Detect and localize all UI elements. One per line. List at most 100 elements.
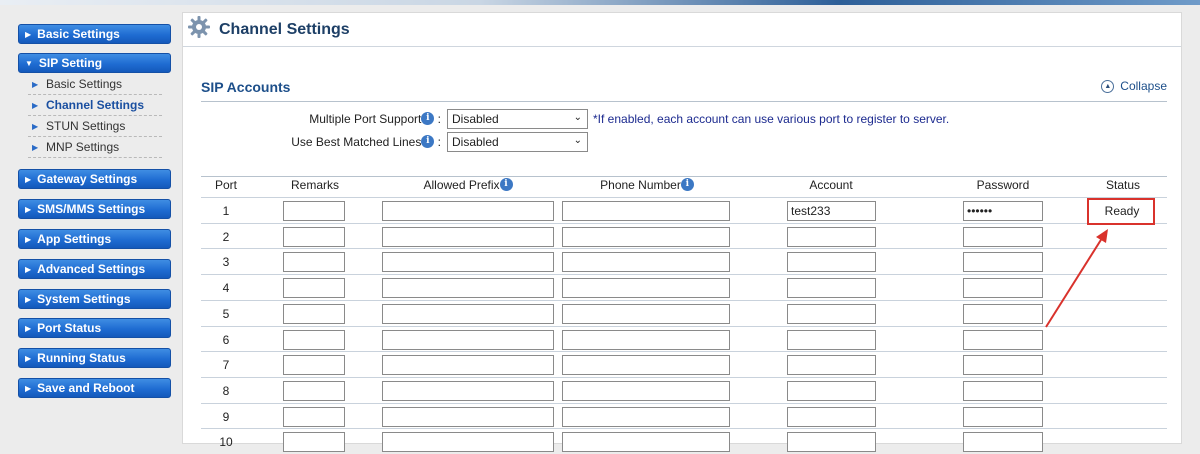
password-input[interactable] xyxy=(963,406,1043,427)
info-icon[interactable]: i xyxy=(499,178,513,191)
nav-label: SIP Setting xyxy=(38,56,103,70)
table-row: 6 xyxy=(201,325,1167,352)
phone-number-input[interactable] xyxy=(562,432,730,453)
multiple-port-label: Multiple Port Support i : xyxy=(309,112,441,126)
sidebar-item-channel-settings[interactable]: ▶ Channel Settings xyxy=(28,95,162,116)
port-number: 5 xyxy=(222,306,230,321)
allowed-prefix-input[interactable] xyxy=(382,252,554,273)
port-number: 2 xyxy=(222,229,230,244)
page-header: Channel Settings xyxy=(183,13,1181,47)
phone-number-input[interactable] xyxy=(562,380,730,401)
sidebar-item-mnp-settings[interactable]: ▶ MNP Settings xyxy=(28,137,162,158)
account-input[interactable] xyxy=(787,432,876,453)
allowed-prefix-input[interactable] xyxy=(382,406,554,427)
chevron-right-icon: ▶ xyxy=(32,121,39,131)
info-icon[interactable]: i xyxy=(421,135,435,148)
account-input[interactable] xyxy=(787,226,876,247)
account-input[interactable] xyxy=(787,329,876,350)
nav-sip-setting[interactable]: ▼ SIP Setting xyxy=(18,53,171,73)
column-header-password: Password xyxy=(976,178,1030,192)
password-input[interactable] xyxy=(963,432,1043,453)
remarks-input[interactable] xyxy=(283,355,345,376)
account-input[interactable] xyxy=(787,380,876,401)
table-row: 1 test233 •••••• Ready xyxy=(201,197,1167,223)
best-matched-label: Use Best Matched Lines i : xyxy=(291,135,441,149)
port-number: 7 xyxy=(222,358,230,373)
chevron-up-icon: ▲ xyxy=(1101,79,1115,93)
info-icon[interactable]: i xyxy=(421,112,435,125)
password-input[interactable] xyxy=(963,380,1043,401)
nav-port-status[interactable]: ▶ Port Status xyxy=(18,318,171,338)
gear-icon xyxy=(188,16,210,38)
account-input[interactable] xyxy=(787,303,876,324)
column-header-account: Account xyxy=(809,178,853,192)
phone-number-input[interactable] xyxy=(562,226,730,247)
info-icon[interactable]: i xyxy=(680,178,694,191)
sidebar-item-basic-settings[interactable]: ▶ Basic Settings xyxy=(28,74,162,95)
sidebar: ▶ Basic Settings ▼ SIP Setting ▶ Basic Sett… xyxy=(0,5,182,444)
allowed-prefix-input[interactable] xyxy=(382,355,554,376)
password-input[interactable] xyxy=(963,226,1043,247)
table-row: 4 xyxy=(201,274,1167,300)
nav-save-and-reboot[interactable]: ▶ Save and Reboot xyxy=(18,378,171,398)
chevron-right-icon: ▶ xyxy=(32,142,39,152)
divider xyxy=(201,101,1167,102)
remarks-input[interactable] xyxy=(283,329,345,350)
collapse-button[interactable]: ▲ Collapse xyxy=(1101,79,1167,93)
allowed-prefix-input[interactable] xyxy=(382,329,554,350)
nav-system-settings[interactable]: ▶ System Settings xyxy=(18,289,171,309)
allowed-prefix-input[interactable] xyxy=(382,226,554,247)
main-panel: Channel Settings SIP Accounts ▲ Collapse… xyxy=(182,12,1182,453)
phone-number-input[interactable] xyxy=(562,278,730,299)
account-input[interactable] xyxy=(787,406,876,427)
password-input[interactable] xyxy=(963,355,1043,376)
phone-number-input[interactable] xyxy=(562,252,730,273)
remarks-input[interactable] xyxy=(283,406,345,427)
table-row: 3 xyxy=(201,248,1167,274)
nav-label: Basic Settings xyxy=(37,27,120,41)
password-input[interactable] xyxy=(963,329,1043,350)
scrollbar[interactable] xyxy=(1182,12,1200,444)
account-input[interactable]: test233 xyxy=(787,201,876,221)
password-input[interactable]: •••••• xyxy=(963,201,1043,221)
allowed-prefix-input[interactable] xyxy=(382,432,554,453)
table-row: 10 xyxy=(201,428,1167,454)
port-number: 8 xyxy=(222,383,230,398)
remarks-input[interactable] xyxy=(283,432,345,453)
phone-number-input[interactable] xyxy=(562,303,730,324)
account-input[interactable] xyxy=(787,355,876,376)
password-input[interactable] xyxy=(963,303,1043,324)
remarks-input[interactable] xyxy=(283,252,345,273)
sidebar-item-stun-settings[interactable]: ▶ STUN Settings xyxy=(28,116,162,137)
phone-number-input[interactable] xyxy=(562,329,730,350)
account-input[interactable] xyxy=(787,252,876,273)
password-input[interactable] xyxy=(963,278,1043,299)
nav-sms-mms-settings[interactable]: ▶ SMS/MMS Settings xyxy=(18,199,171,219)
phone-number-input[interactable] xyxy=(562,201,730,221)
allowed-prefix-input[interactable] xyxy=(382,303,554,324)
phone-number-input[interactable] xyxy=(562,406,730,427)
chevron-right-icon: ▶ xyxy=(25,353,32,363)
remarks-input[interactable] xyxy=(283,201,345,221)
chevron-right-icon: ▶ xyxy=(32,100,39,110)
best-matched-select[interactable]: Disabled ⌄ xyxy=(447,132,588,152)
account-input[interactable] xyxy=(787,278,876,299)
remarks-input[interactable] xyxy=(283,226,345,247)
nav-gateway-settings[interactable]: ▶ Gateway Settings xyxy=(18,169,171,189)
nav-basic-settings[interactable]: ▶ Basic Settings xyxy=(18,24,171,44)
remarks-input[interactable] xyxy=(283,303,345,324)
remarks-input[interactable] xyxy=(283,278,345,299)
chevron-right-icon: ▶ xyxy=(25,383,32,393)
password-input[interactable] xyxy=(963,252,1043,273)
remarks-input[interactable] xyxy=(283,380,345,401)
nav-app-settings[interactable]: ▶ App Settings xyxy=(18,229,171,249)
multiple-port-select[interactable]: Disabled ⌄ xyxy=(447,109,588,129)
table-row: 8 xyxy=(201,376,1167,403)
allowed-prefix-input[interactable] xyxy=(382,278,554,299)
allowed-prefix-input[interactable] xyxy=(382,201,554,221)
nav-running-status[interactable]: ▶ Running Status xyxy=(18,348,171,368)
chevron-right-icon: ▶ xyxy=(25,294,32,304)
phone-number-input[interactable] xyxy=(562,355,730,376)
nav-advanced-settings[interactable]: ▶ Advanced Settings xyxy=(18,259,171,279)
allowed-prefix-input[interactable] xyxy=(382,380,554,401)
